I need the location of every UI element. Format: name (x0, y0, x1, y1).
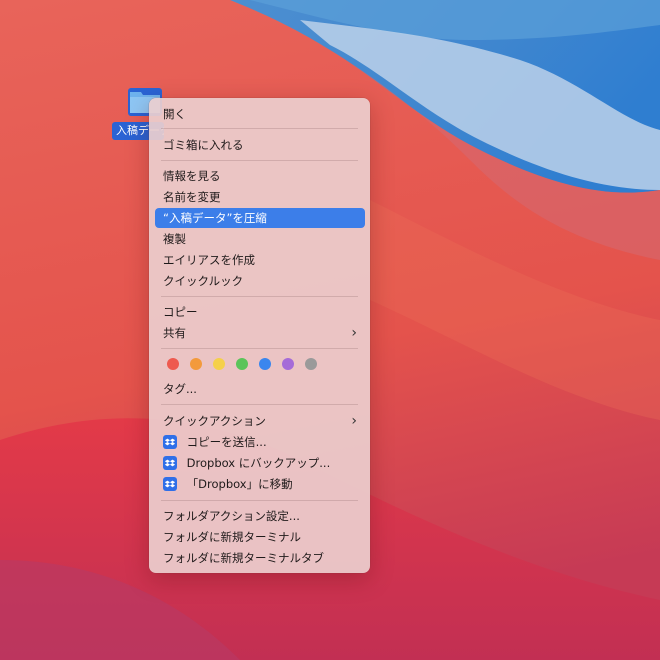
tag-color-blue[interactable] (259, 358, 271, 370)
menu-item-share[interactable]: 共有 › (155, 323, 365, 343)
menu-item-label: 開く (163, 107, 186, 121)
dropbox-icon (163, 435, 177, 449)
menu-item-label: 情報を見る (163, 169, 221, 183)
menu-item-label: クイックルック (163, 274, 244, 288)
tag-color-green[interactable] (236, 358, 248, 370)
menu-item-label: “入稿データ”を圧縮 (163, 211, 267, 225)
menu-item-label: フォルダアクション設定... (163, 509, 300, 523)
tag-color-red[interactable] (167, 358, 179, 370)
menu-item-label: Dropbox にバックアップ... (186, 456, 331, 470)
menu-item-label: ゴミ箱に入れる (163, 138, 244, 152)
tag-color-gray[interactable] (305, 358, 317, 370)
menu-item-label: クイックアクション (163, 414, 266, 428)
menu-item-label: 共有 (163, 326, 186, 340)
context-menu: 開く ゴミ箱に入れる 情報を見る 名前を変更 “入稿データ”を圧縮 複製 エイリ… (149, 98, 370, 573)
menu-item-rename[interactable]: 名前を変更 (155, 187, 365, 207)
tag-color-purple[interactable] (282, 358, 294, 370)
menu-item-compress[interactable]: “入稿データ”を圧縮 (155, 208, 365, 228)
tag-color-orange[interactable] (190, 358, 202, 370)
menu-item-make-alias[interactable]: エイリアスを作成 (155, 250, 365, 270)
menu-separator (161, 160, 358, 161)
menu-item-open[interactable]: 開く (155, 104, 365, 124)
menu-item-label: 「Dropbox」に移動 (186, 477, 293, 491)
menu-separator (161, 404, 358, 405)
menu-item-new-terminal-tab[interactable]: フォルダに新規ターミナルタブ (155, 548, 365, 568)
menu-item-duplicate[interactable]: 複製 (155, 229, 365, 249)
menu-item-label: コピーを送信... (186, 435, 267, 449)
tag-color-yellow[interactable] (213, 358, 225, 370)
menu-separator (161, 348, 358, 349)
menu-item-label: コピー (163, 305, 198, 319)
menu-item-label: エイリアスを作成 (163, 253, 255, 267)
menu-item-dropbox-move[interactable]: 「Dropbox」に移動 (155, 474, 365, 494)
menu-item-quick-actions[interactable]: クイックアクション › (155, 411, 365, 431)
menu-item-copy[interactable]: コピー (155, 302, 365, 322)
menu-item-label: 複製 (163, 232, 186, 246)
menu-item-dropbox-send-copy[interactable]: コピーを送信... (155, 432, 365, 452)
menu-item-dropbox-backup[interactable]: Dropbox にバックアップ... (155, 453, 365, 473)
menu-item-label: フォルダに新規ターミナルタブ (163, 551, 324, 565)
menu-item-tags[interactable]: タグ... (155, 379, 365, 399)
menu-item-label: タグ... (163, 382, 197, 396)
menu-item-quick-look[interactable]: クイックルック (155, 271, 365, 291)
menu-item-move-to-trash[interactable]: ゴミ箱に入れる (155, 135, 365, 155)
dropbox-icon (163, 456, 177, 470)
menu-item-label: フォルダに新規ターミナル (163, 530, 301, 544)
menu-item-new-terminal[interactable]: フォルダに新規ターミナル (155, 527, 365, 547)
menu-separator (161, 500, 358, 501)
dropbox-icon (163, 477, 177, 491)
menu-separator (161, 296, 358, 297)
chevron-right-icon: › (351, 413, 357, 429)
menu-item-folder-action-setup[interactable]: フォルダアクション設定... (155, 506, 365, 526)
chevron-right-icon: › (351, 325, 357, 341)
menu-item-label: 名前を変更 (163, 190, 221, 204)
menu-separator (161, 128, 358, 129)
menu-item-get-info[interactable]: 情報を見る (155, 166, 365, 186)
